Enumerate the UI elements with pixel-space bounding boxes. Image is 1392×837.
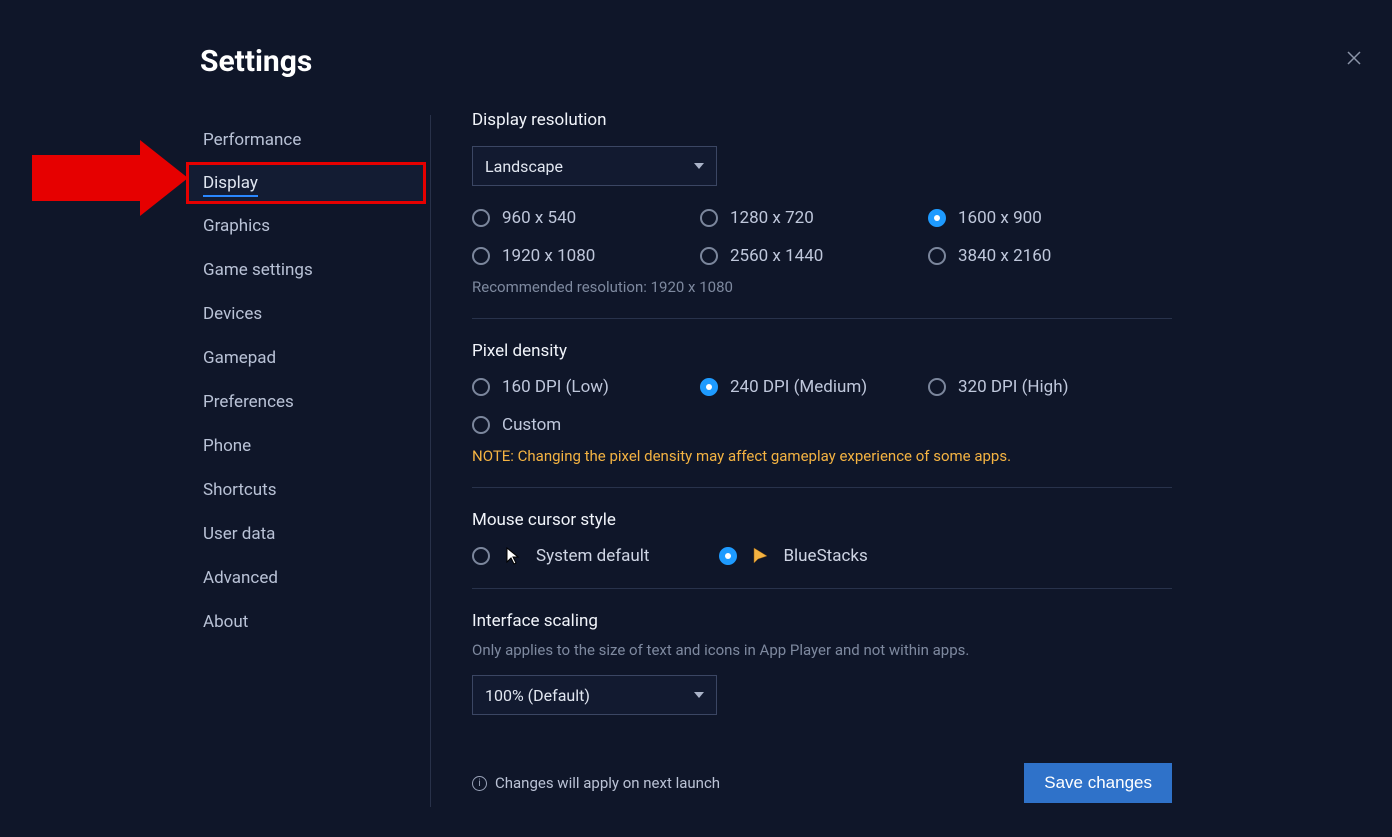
radio-icon xyxy=(928,209,946,227)
sidebar-item-gamepad[interactable]: Gamepad xyxy=(186,336,426,380)
radio-icon xyxy=(472,547,490,565)
sidebar-item-advanced[interactable]: Advanced xyxy=(186,556,426,600)
recommended-resolution-text: Recommended resolution: 1920 x 1080 xyxy=(472,278,1172,296)
sidebar-item-label: Advanced xyxy=(203,568,278,588)
radio-label: 2560 x 1440 xyxy=(730,246,823,266)
close-button[interactable] xyxy=(1340,44,1368,72)
radio-icon xyxy=(700,209,718,227)
sidebar-item-label: Display xyxy=(203,173,258,197)
radio-label: BlueStacks xyxy=(783,546,867,566)
radio-icon xyxy=(700,378,718,396)
sidebar-item-game-settings[interactable]: Game settings xyxy=(186,248,426,292)
sidebar-item-user-data[interactable]: User data xyxy=(186,512,426,556)
settings-window: Settings Performance Display Graphics Ga… xyxy=(0,0,1392,837)
sidebar-item-label: Shortcuts xyxy=(203,480,277,500)
section-divider xyxy=(472,588,1172,589)
resolution-radio-group: 960 x 540 1280 x 720 1600 x 900 1920 x 1… xyxy=(472,208,1172,266)
page-title: Settings xyxy=(200,44,312,79)
radio-icon xyxy=(928,378,946,396)
radio-label: 1600 x 900 xyxy=(958,208,1042,228)
radio-icon xyxy=(472,378,490,396)
density-option-240[interactable]: 240 DPI (Medium) xyxy=(700,377,928,397)
radio-icon xyxy=(472,209,490,227)
radio-icon xyxy=(928,247,946,265)
cursor-option-system[interactable]: System default xyxy=(472,546,649,566)
settings-sidebar: Performance Display Graphics Game settin… xyxy=(186,118,426,644)
system-cursor-icon xyxy=(504,547,522,565)
sidebar-item-about[interactable]: About xyxy=(186,600,426,644)
radio-icon xyxy=(719,547,737,565)
sidebar-item-label: Performance xyxy=(203,130,301,150)
sidebar-item-label: Preferences xyxy=(203,392,294,412)
radio-icon xyxy=(472,416,490,434)
chevron-down-icon xyxy=(694,163,704,169)
sidebar-item-label: About xyxy=(203,612,248,632)
resolution-option-960x540[interactable]: 960 x 540 xyxy=(472,208,700,228)
info-icon: i xyxy=(472,776,487,791)
sidebar-item-label: Devices xyxy=(203,304,262,324)
resolution-option-2560x1440[interactable]: 2560 x 1440 xyxy=(700,246,928,266)
density-option-320[interactable]: 320 DPI (High) xyxy=(928,377,1156,397)
density-warning-text: NOTE: Changing the pixel density may aff… xyxy=(472,447,1172,465)
bluestacks-cursor-icon xyxy=(751,547,769,565)
sidebar-item-display[interactable]: Display xyxy=(186,162,426,204)
settings-footer: i Changes will apply on next launch Save… xyxy=(472,763,1172,803)
section-title-density: Pixel density xyxy=(472,341,1172,361)
cursor-option-bluestacks[interactable]: BlueStacks xyxy=(719,546,867,566)
density-option-custom[interactable]: Custom xyxy=(472,415,700,435)
resolution-option-1600x900[interactable]: 1600 x 900 xyxy=(928,208,1156,228)
sidebar-item-preferences[interactable]: Preferences xyxy=(186,380,426,424)
radio-label: 960 x 540 xyxy=(502,208,576,228)
density-option-160[interactable]: 160 DPI (Low) xyxy=(472,377,700,397)
orientation-select[interactable]: Landscape xyxy=(472,146,717,186)
radio-label: 240 DPI (Medium) xyxy=(730,377,867,397)
resolution-option-1920x1080[interactable]: 1920 x 1080 xyxy=(472,246,700,266)
radio-label: 3840 x 2160 xyxy=(958,246,1051,266)
density-radio-group: 160 DPI (Low) 240 DPI (Medium) 320 DPI (… xyxy=(472,377,1172,435)
section-title-resolution: Display resolution xyxy=(472,110,1172,130)
sidebar-item-phone[interactable]: Phone xyxy=(186,424,426,468)
radio-label: Custom xyxy=(502,415,561,435)
settings-content: Display resolution Landscape 960 x 540 1… xyxy=(472,110,1172,803)
section-title-cursor: Mouse cursor style xyxy=(472,510,1172,530)
sidebar-item-performance[interactable]: Performance xyxy=(186,118,426,162)
radio-label: 320 DPI (High) xyxy=(958,377,1069,397)
cursor-radio-group: System default BlueStacks xyxy=(472,546,1172,566)
sidebar-item-label: Phone xyxy=(203,436,251,456)
resolution-option-3840x2160[interactable]: 3840 x 2160 xyxy=(928,246,1156,266)
annotation-arrow xyxy=(32,140,188,216)
launch-note: i Changes will apply on next launch xyxy=(472,774,720,792)
save-changes-button[interactable]: Save changes xyxy=(1024,763,1172,803)
launch-note-text: Changes will apply on next launch xyxy=(495,774,720,792)
section-divider xyxy=(472,318,1172,319)
scaling-value: 100% (Default) xyxy=(485,686,590,705)
sidebar-item-label: Game settings xyxy=(203,260,313,280)
resolution-option-1280x720[interactable]: 1280 x 720 xyxy=(700,208,928,228)
radio-label: 1920 x 1080 xyxy=(502,246,595,266)
sidebar-item-label: Graphics xyxy=(203,216,270,236)
sidebar-item-graphics[interactable]: Graphics xyxy=(186,204,426,248)
section-title-scaling: Interface scaling xyxy=(472,611,1172,631)
radio-icon xyxy=(700,247,718,265)
vertical-divider xyxy=(430,115,431,807)
section-divider xyxy=(472,487,1172,488)
radio-label: System default xyxy=(536,546,649,566)
sidebar-item-label: Gamepad xyxy=(203,348,276,368)
chevron-down-icon xyxy=(694,692,704,698)
scaling-select[interactable]: 100% (Default) xyxy=(472,675,717,715)
radio-icon xyxy=(472,247,490,265)
sidebar-item-label: User data xyxy=(203,524,275,544)
scaling-hint-text: Only applies to the size of text and ico… xyxy=(472,641,1172,659)
radio-label: 160 DPI (Low) xyxy=(502,377,609,397)
sidebar-item-shortcuts[interactable]: Shortcuts xyxy=(186,468,426,512)
orientation-value: Landscape xyxy=(485,157,563,176)
radio-label: 1280 x 720 xyxy=(730,208,814,228)
sidebar-item-devices[interactable]: Devices xyxy=(186,292,426,336)
